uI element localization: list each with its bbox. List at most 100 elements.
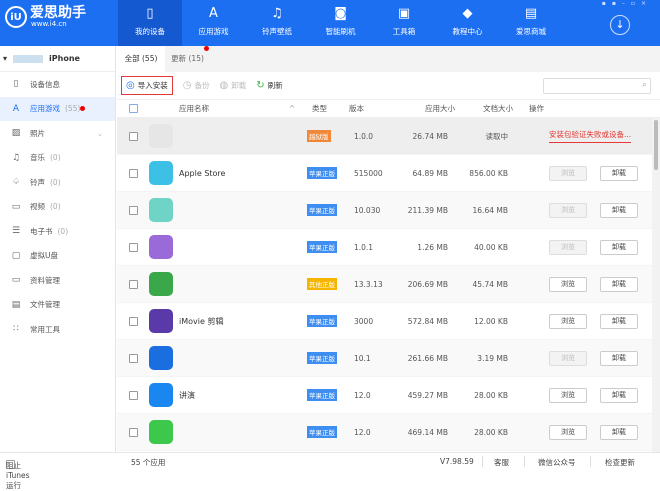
uninstall-button[interactable]: 卸载: [600, 239, 638, 255]
select-all-checkbox[interactable]: [129, 104, 138, 113]
doc-size: 读取中: [485, 131, 509, 141]
col-app-size[interactable]: 应用大小: [425, 100, 455, 117]
row-checkbox[interactable]: [129, 390, 138, 400]
col-doc-size[interactable]: 文档大小: [483, 100, 513, 117]
nav-3[interactable]: ◙ 智能刷机: [309, 0, 373, 46]
nav-4[interactable]: ▣ 工具箱: [372, 0, 436, 46]
error-message[interactable]: 安装包验证失败或设备...: [549, 129, 632, 143]
uninstall-button[interactable]: 卸载: [600, 165, 638, 181]
sidebar-item-9[interactable]: ▤ 文件管理: [0, 293, 115, 318]
sidebar-item-5[interactable]: ▭ 视频 (0): [0, 195, 115, 220]
sidebar-item-2[interactable]: ▨ 照片 ⌄: [0, 121, 115, 146]
sidebar-item-3[interactable]: ♫ 音乐 (0): [0, 146, 115, 171]
nav-1[interactable]: A 应用游戏: [182, 0, 246, 46]
window-controls[interactable]: ▪▪–▫×: [602, 0, 652, 7]
uninstall-button[interactable]: 卸载: [600, 276, 638, 292]
table-row[interactable]: 其他正版 13.3.13 206.69 MB 45.74 MB 浏览 卸载: [117, 266, 660, 303]
table-row[interactable]: 苹果正版 1.0.1 1.26 MB 40.00 KB 浏览 卸载: [117, 229, 660, 266]
block-itunes-label: 阻止iTunes运行: [6, 461, 30, 490]
table-row[interactable]: 苹果正版 10.030 211.39 MB 16.64 MB 浏览 卸载: [117, 192, 660, 229]
col-version[interactable]: 版本: [349, 100, 364, 117]
flash-icon: ◙: [334, 6, 347, 21]
sidebar-item-count: (0): [50, 202, 61, 212]
chevron-down-icon[interactable]: ⌄: [97, 129, 103, 138]
nav-5[interactable]: ◆ 教程中心: [436, 0, 500, 46]
app-size: 206.69 MB: [407, 279, 448, 289]
app-size: 1.26 MB: [417, 242, 448, 252]
nav-6[interactable]: ▤ 爱思商城: [499, 0, 563, 46]
row-checkbox[interactable]: [129, 427, 138, 437]
sidebar-item-10[interactable]: ∷ 常用工具: [0, 317, 115, 342]
new-dot: [80, 106, 86, 112]
table-row[interactable]: 苹果正版 10.1 261.66 MB 3.19 MB 浏览 卸载: [117, 340, 660, 377]
uninstall-button[interactable]: 卸载: [600, 424, 638, 440]
backup-button[interactable]: ◷ 备份: [183, 80, 210, 91]
app-icon: [149, 346, 173, 370]
browse-button[interactable]: 浏览: [549, 165, 587, 181]
row-checkbox[interactable]: [129, 242, 138, 252]
video-icon: ▭: [11, 201, 21, 212]
row-checkbox[interactable]: [129, 353, 138, 363]
sidebar-item-8[interactable]: ▭ 资料管理: [0, 268, 115, 293]
sidebar-item-7[interactable]: ▢ 虚拟U盘: [0, 244, 115, 269]
browse-button[interactable]: 浏览: [549, 387, 587, 403]
type-badge: 苹果正版: [307, 204, 337, 216]
device-selector[interactable]: ▾ iPhone: [0, 46, 115, 72]
row-checkbox[interactable]: [129, 316, 138, 326]
app-version: 3000: [354, 316, 374, 326]
browse-button[interactable]: 浏览: [549, 239, 587, 255]
type-badge: 苹果正版: [307, 241, 337, 253]
browse-button[interactable]: 浏览: [549, 350, 587, 366]
wechat-link[interactable]: 微信公众号: [538, 457, 576, 468]
browse-button[interactable]: 浏览: [549, 276, 587, 292]
refresh-button[interactable]: ↻ 刷新: [256, 80, 282, 91]
row-checkbox[interactable]: [129, 205, 138, 215]
col-type[interactable]: 类型: [312, 100, 327, 117]
uninstall-button[interactable]: 卸载: [600, 313, 638, 329]
download-icon[interactable]: ↓: [610, 15, 630, 35]
app-size: 211.39 MB: [407, 205, 448, 215]
uninstall-button[interactable]: 卸载: [600, 350, 638, 366]
service-link[interactable]: 客服: [494, 457, 509, 468]
nav-label: 智能刷机: [325, 27, 356, 36]
browse-button[interactable]: 浏览: [549, 202, 587, 218]
type-badge: 苹果正版: [307, 389, 337, 401]
row-checkbox[interactable]: [129, 168, 138, 178]
table-row[interactable]: 越狱版 1.0.0 26.74 MB 读取中 安装包验证失败或设备...: [117, 118, 660, 155]
uninstall-button[interactable]: 卸载: [600, 202, 638, 218]
table-row[interactable]: 讲演 苹果正版 12.0 459.27 MB 28.00 KB 浏览 卸载: [117, 377, 660, 414]
folder-icon: ▭: [11, 275, 21, 286]
app-size: 26.74 MB: [412, 131, 448, 141]
app-version: 12.0: [354, 390, 371, 400]
row-checkbox[interactable]: [129, 279, 138, 289]
sort-icon[interactable]: ^: [289, 100, 295, 117]
nav-2[interactable]: ♫ 铃声壁纸: [245, 0, 309, 46]
uninstall-toolbar-button[interactable]: ◍ 卸载: [219, 80, 246, 91]
tab-all[interactable]: 全部 (55): [117, 46, 165, 72]
table-row[interactable]: iMovie 剪辑 苹果正版 3000 572.84 MB 12.00 KB 浏…: [117, 303, 660, 340]
sidebar-item-4[interactable]: ♤ 铃声 (0): [0, 170, 115, 195]
sidebar-item-6[interactable]: ☰ 电子书 (0): [0, 219, 115, 244]
app-icon: [149, 235, 173, 259]
row-checkbox[interactable]: [129, 131, 138, 141]
browse-button[interactable]: 浏览: [549, 313, 587, 329]
nav-label: 工具箱: [392, 27, 416, 36]
check-update-link[interactable]: 检查更新: [605, 457, 635, 468]
nav-label: 铃声壁纸: [262, 27, 292, 36]
app-count: 55 个应用: [131, 458, 166, 467]
nav-0[interactable]: ▯ 我的设备: [118, 0, 182, 46]
scrollbar[interactable]: [652, 118, 660, 452]
tab-updates[interactable]: 更新 (15): [165, 46, 215, 72]
sidebar-item-1[interactable]: A 应用游戏 (55): [0, 96, 115, 121]
uninstall-button[interactable]: 卸载: [600, 387, 638, 403]
table-row[interactable]: 苹果正版 12.0 469.14 MB 28.00 KB 浏览 卸载: [117, 414, 660, 451]
browse-button[interactable]: 浏览: [549, 424, 587, 440]
col-name[interactable]: 应用名称: [179, 100, 209, 117]
sidebar: ▾ iPhone ▯ 设备信息 A 应用游戏 (55) ▨ 照片 ⌄ ♫ 音乐 (0) ♤ 铃声 (0) ▭ 视…: [0, 46, 116, 452]
sidebar-item-0[interactable]: ▯ 设备信息: [0, 72, 115, 97]
scrollbar-thumb[interactable]: [654, 120, 658, 170]
uninstall-label: 卸载: [231, 81, 247, 90]
import-install-button[interactable]: ◎ 导入安装: [121, 76, 173, 95]
table-row[interactable]: Apple Store 苹果正版 515000 64.89 MB 856.00 …: [117, 155, 660, 192]
search-input[interactable]: ⌕: [543, 78, 651, 94]
